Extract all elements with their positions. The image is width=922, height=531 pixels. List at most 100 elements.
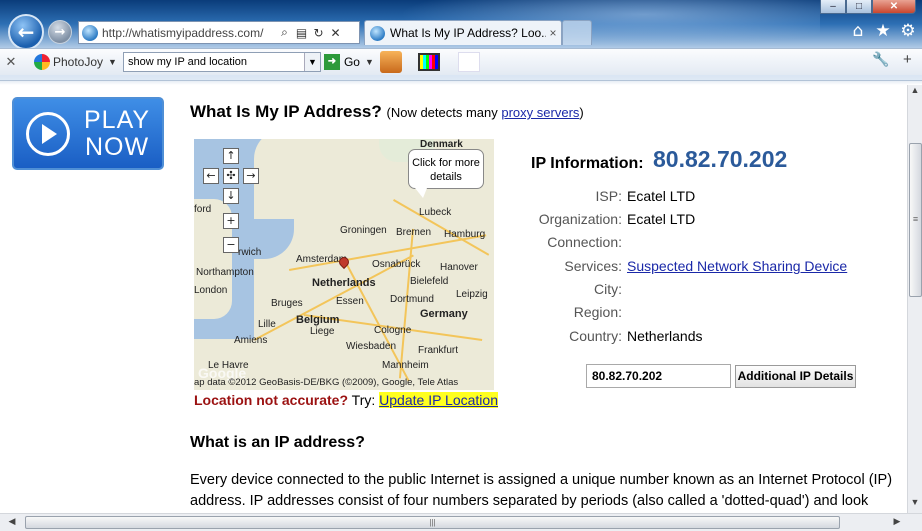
map-label-belgium: Belgium: [296, 314, 340, 326]
map-label-amiens: Amiens: [234, 335, 268, 346]
info-key: Connection:: [547, 234, 622, 250]
pan-right-button[interactable]: →: [243, 168, 259, 184]
toolbar-close-icon[interactable]: ✕: [0, 55, 22, 70]
scroll-right-icon[interactable]: ▶: [890, 516, 904, 530]
info-key: Services:: [564, 258, 622, 274]
wrench-icon[interactable]: 🔧: [872, 52, 889, 68]
go-button[interactable]: Go: [344, 55, 360, 69]
toolbar-search-value: show my IP and location: [127, 56, 247, 68]
info-row-services: Services: Suspected Network Sharing Devic…: [500, 258, 847, 274]
chevron-down-icon[interactable]: ▼: [108, 57, 117, 67]
page-title-text: What Is My IP Address?: [190, 102, 382, 121]
info-row-isp: ISP: Ecatel LTD: [500, 188, 696, 204]
info-value: Netherlands: [627, 328, 703, 344]
horizontal-scroll-thumb[interactable]: |||: [25, 516, 840, 529]
headline-note-prefix: (Now detects many: [386, 105, 502, 120]
map-attribution: ap data ©2012 GeoBasis-DE/BKG (©2009), G…: [194, 377, 459, 388]
back-arrow-icon: ←: [17, 20, 35, 44]
gear-icon[interactable]: ⚙: [897, 21, 919, 43]
info-row-organization: Organization: Ecatel LTD: [500, 211, 696, 227]
map-label-liege: Liege: [310, 326, 335, 337]
map-label-northampton: Northampton: [196, 267, 254, 278]
address-url[interactable]: http://whatismyipaddress.com/: [102, 26, 276, 40]
horizontal-scrollbar[interactable]: ◀ ||| ▶: [0, 513, 922, 531]
tab-globe-icon: [370, 25, 385, 41]
stop-icon[interactable]: ✕: [327, 26, 344, 40]
dog-icon[interactable]: [379, 51, 402, 73]
pan-left-button[interactable]: ←: [203, 168, 219, 184]
minimize-button[interactable]: ‒: [820, 0, 846, 14]
section-paragraph: Every device connected to the public Int…: [190, 472, 893, 509]
info-row-connection: Connection:: [500, 234, 627, 250]
photojoy-menu[interactable]: PhotoJoy: [53, 55, 103, 69]
map-label-bremen: Bremen: [396, 227, 432, 238]
search-dropdown-icon[interactable]: ▼: [303, 53, 320, 71]
scroll-up-icon[interactable]: ▲: [908, 85, 922, 100]
toolbar-search-input[interactable]: show my IP and location ▼: [122, 52, 321, 72]
tab-title: What Is My IP Address? Loo...: [390, 26, 546, 40]
proxy-servers-link[interactable]: proxy servers: [501, 105, 579, 120]
forward-button[interactable]: →: [48, 20, 72, 44]
search-icon[interactable]: ⌕: [276, 25, 293, 40]
vertical-scroll-thumb[interactable]: ≡: [909, 143, 922, 297]
go-chevron-icon[interactable]: ▼: [365, 57, 374, 67]
scroll-left-icon[interactable]: ◀: [5, 516, 19, 530]
map-info-bubble[interactable]: Click for more details: [408, 149, 484, 198]
page-title: What Is My IP Address? (Now detects many…: [190, 102, 584, 122]
location-accuracy-line: Location not accurate? Try: Update IP Lo…: [194, 392, 498, 408]
map-label-hanover: Hanover: [440, 262, 478, 273]
map-label-osnabruck: Osnabrück: [372, 259, 421, 270]
map-label-leipzig: Leipzig: [456, 289, 488, 300]
home-icon[interactable]: ⌂: [847, 21, 869, 43]
headline-note-suffix: ): [579, 105, 584, 120]
map-label-lille: Lille: [258, 319, 276, 330]
photojoy-toolbar: ✕ PhotoJoy ▼ show my IP and location ▼ ➜…: [0, 48, 922, 75]
map-label-oxford: ford: [194, 204, 212, 215]
refresh-icon[interactable]: ↻: [310, 26, 327, 40]
browser-chrome: ← → http://whatismyipaddress.com/ ⌕ ▤ ↻ …: [0, 0, 922, 80]
additional-ip-details-button[interactable]: Additional IP Details: [735, 365, 856, 388]
map-label-germany: Germany: [420, 308, 468, 320]
play-now-ad[interactable]: PLAY NOW: [12, 97, 164, 170]
star-icon[interactable]: ★: [872, 21, 894, 43]
location-map[interactable]: Denmark Lubeck Hamburg Groningen Bremen …: [194, 139, 494, 390]
location-warning: Location not accurate?: [194, 392, 349, 408]
go-arrow-icon[interactable]: ➜: [323, 54, 340, 70]
tab-active[interactable]: What Is My IP Address? Loo... ×: [364, 20, 562, 45]
page-content: PLAY NOW What Is My IP Address? (Now det…: [0, 85, 907, 513]
map-label-netherlands: Netherlands: [312, 277, 376, 289]
blank-button[interactable]: [457, 52, 480, 72]
address-bar[interactable]: http://whatismyipaddress.com/ ⌕ ▤ ↻ ✕: [78, 21, 360, 44]
compatibility-view-icon[interactable]: ▤: [293, 26, 310, 40]
maximize-button[interactable]: □: [846, 0, 872, 14]
close-window-button[interactable]: ✕: [872, 0, 916, 14]
update-ip-location-link[interactable]: Update IP Location: [379, 392, 498, 408]
back-button[interactable]: ←: [8, 14, 44, 50]
window-controls: ‒ □ ✕: [820, 0, 916, 14]
info-key: City:: [594, 281, 622, 297]
section-heading: What is an IP address?: [190, 434, 365, 451]
scroll-down-icon[interactable]: ▼: [908, 497, 922, 512]
pan-center-button[interactable]: ✣: [223, 168, 239, 184]
new-tab-button[interactable]: [562, 20, 592, 45]
map-label-bruges: Bruges: [271, 298, 303, 309]
info-key: Region:: [573, 304, 622, 320]
zoom-in-button[interactable]: +: [223, 213, 239, 229]
vertical-scrollbar[interactable]: ▲ ≡ ▼: [907, 85, 922, 513]
location-try: Try:: [348, 392, 380, 408]
map-label-groningen: Groningen: [340, 225, 387, 236]
pan-down-button[interactable]: ↓: [223, 188, 239, 204]
ip-info-label: IP Information:: [531, 155, 644, 172]
plus-icon[interactable]: +: [903, 51, 912, 68]
services-link[interactable]: Suspected Network Sharing Device: [627, 258, 847, 274]
tab-close-icon[interactable]: ×: [546, 26, 560, 40]
info-value: Ecatel LTD: [627, 188, 696, 204]
ip-lookup-input[interactable]: 80.82.70.202: [586, 364, 731, 388]
zoom-out-button[interactable]: −: [223, 237, 239, 253]
info-value: Ecatel LTD: [627, 211, 696, 227]
tv-icon[interactable]: [417, 53, 440, 71]
globe-icon: [82, 24, 98, 41]
map-label-mannheim: Mannheim: [382, 360, 429, 371]
pan-up-button[interactable]: ↑: [223, 148, 239, 164]
info-key: Country:: [569, 328, 622, 344]
